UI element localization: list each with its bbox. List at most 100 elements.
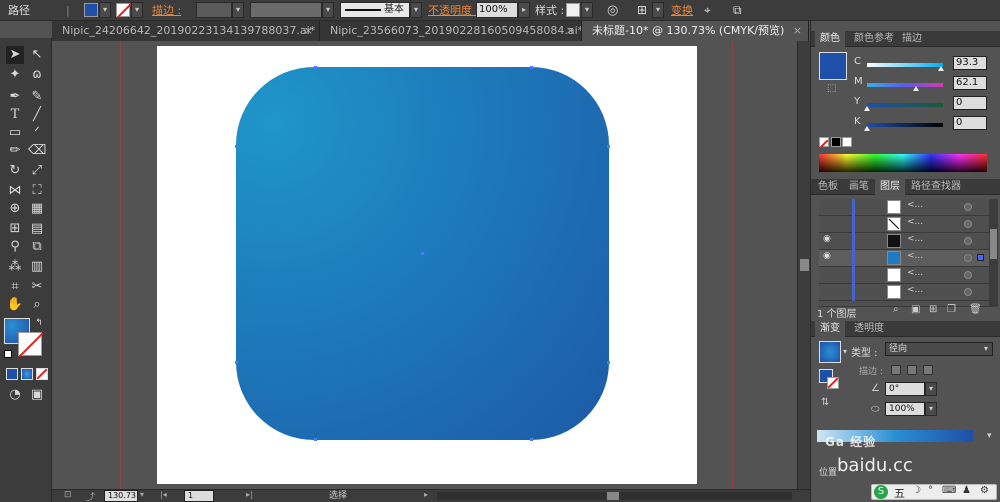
gradient-tool-icon[interactable]: ▤ (28, 220, 46, 238)
align-dropdown-icon[interactable]: ▾ (652, 2, 664, 18)
out-of-gamut-icon[interactable]: ⬚ (827, 83, 836, 94)
target-icon[interactable] (964, 271, 972, 279)
none-mode-icon[interactable] (36, 368, 48, 380)
tab-pathfinder[interactable]: 路径查找器 (906, 179, 966, 195)
column-graph-tool-icon[interactable]: ▥ (28, 258, 46, 276)
layer-row[interactable]: <... (819, 199, 989, 216)
anchor-point[interactable] (607, 145, 610, 148)
type-tool-icon[interactable]: T (6, 106, 24, 124)
slider-track[interactable] (867, 103, 943, 107)
anchor-point[interactable] (314, 438, 317, 441)
target-icon[interactable] (964, 254, 972, 262)
tab-brushes[interactable]: 画笔 (844, 179, 874, 195)
opacity-dropdown-icon[interactable]: ▸ (518, 2, 530, 18)
status-icon[interactable]: ⊡ (64, 490, 72, 500)
layers-scrollbar[interactable] (989, 199, 998, 307)
stroke-gradient-within-icon[interactable] (891, 365, 901, 375)
tab-swatches[interactable]: 色板 (813, 179, 843, 195)
recolor-icon[interactable]: ◎ (607, 0, 618, 21)
stroke-weight-field[interactable] (196, 2, 232, 18)
layer-row[interactable]: <... (819, 267, 989, 284)
punctuation-icon[interactable]: ° (928, 485, 933, 496)
center-point[interactable] (421, 252, 424, 255)
color-panel-fill-swatch[interactable] (819, 52, 847, 80)
tab-stroke[interactable]: 描边 (897, 31, 927, 47)
vertical-scrollbar[interactable] (797, 41, 810, 489)
isolate-icon[interactable]: ⌖ (704, 0, 711, 21)
anchor-point[interactable] (530, 66, 533, 69)
style-dropdown-icon[interactable]: ▾ (581, 2, 593, 18)
pencil-tool-icon[interactable]: ✏ (6, 142, 24, 160)
opacity-label[interactable]: 不透明度 : (428, 0, 479, 21)
eraser-tool-icon[interactable]: ⌫ (28, 142, 46, 160)
close-icon[interactable]: × (304, 21, 313, 41)
locate-object-icon[interactable]: ⌕ (893, 304, 899, 315)
keyboard-icon[interactable]: ⌨ (942, 485, 956, 496)
stroke-color-box[interactable] (18, 332, 44, 358)
slider-track[interactable] (867, 123, 943, 127)
close-icon[interactable]: × (793, 21, 802, 41)
eye-icon[interactable]: ◉ (823, 251, 831, 261)
layer-row[interactable]: <... (819, 284, 989, 301)
magic-wand-tool-icon[interactable]: ✦ (6, 66, 24, 84)
skin-icon[interactable]: ♟ (962, 485, 971, 496)
paintbrush-tool-icon[interactable]: ᐟ (28, 124, 46, 142)
brush-dropdown-icon[interactable]: ▾ (410, 2, 422, 18)
eyedropper-tool-icon[interactable]: ⚲ (6, 238, 24, 256)
graphic-style-swatch[interactable] (566, 3, 580, 17)
gradient-type-select[interactable]: 径向 ▾ (885, 342, 993, 356)
page-field[interactable]: 1 (184, 490, 214, 502)
transform-link[interactable]: 变换 (671, 0, 693, 21)
angle-dropdown-icon[interactable]: ▾ (925, 382, 937, 396)
rotate-tool-icon[interactable]: ↻ (6, 162, 24, 180)
zoom-dropdown-icon[interactable]: ▾ (140, 490, 144, 499)
zoom-tool-icon[interactable]: ⌕ (28, 296, 46, 314)
layer-row[interactable]: <... (819, 216, 989, 233)
slider-track[interactable] (867, 83, 943, 87)
last-page-icon[interactable]: ▸| (246, 490, 253, 499)
ime-mode[interactable]: 五 (894, 485, 905, 501)
selection-indicator[interactable] (977, 254, 984, 261)
brush-definition[interactable]: 基本 (340, 2, 410, 18)
tab-layers[interactable]: 图层 (875, 179, 905, 195)
scale-tool-icon[interactable]: ⤢ (28, 162, 46, 180)
scroll-thumb[interactable] (800, 259, 809, 271)
make-clipping-mask-icon[interactable]: ▣ (911, 304, 920, 315)
swap-colors-icon[interactable]: ↰ (34, 318, 44, 328)
document-tab-2[interactable]: Nipic_23566073_20190228160509458084.ai* … (320, 21, 582, 41)
anchor-point[interactable] (314, 66, 317, 69)
channel-value[interactable]: 0 (953, 116, 987, 130)
target-icon[interactable] (964, 237, 972, 245)
aspect-ratio-field[interactable]: 100% (885, 402, 925, 416)
slice-tool-icon[interactable]: ✂ (28, 278, 46, 296)
profile-dropdown-icon[interactable]: ▾ (322, 2, 334, 18)
target-icon[interactable] (964, 288, 972, 296)
width-tool-icon[interactable]: ⋈ (6, 182, 24, 200)
gradient-stroke-box[interactable] (827, 377, 839, 389)
horizontal-scrollbar[interactable] (437, 492, 792, 500)
settings-icon[interactable]: ⚙ (980, 485, 989, 496)
fill-dropdown-icon[interactable]: ▾ (99, 2, 111, 18)
artboard-tool-icon[interactable]: ⌗ (6, 278, 24, 296)
anchor-point[interactable] (235, 361, 238, 364)
opacity-field[interactable]: 100% (476, 2, 518, 18)
delete-layer-icon[interactable]: 🗑 (969, 304, 982, 315)
tab-color[interactable]: 颜色 (815, 31, 845, 47)
variable-width-profile[interactable] (250, 2, 322, 18)
perspective-grid-tool-icon[interactable]: ▦ (28, 200, 46, 218)
close-icon[interactable]: × (566, 21, 575, 41)
scroll-thumb[interactable] (607, 492, 619, 500)
new-sublayer-icon[interactable]: ⊞ (929, 304, 937, 315)
mask-icon[interactable]: ⧉ (733, 0, 742, 21)
zoom-field[interactable]: 130.73 (104, 490, 138, 502)
artboard-nav-icon[interactable]: ⤴ (86, 490, 95, 502)
stroke-dropdown-icon[interactable]: ▾ (131, 2, 143, 18)
ime-logo-icon[interactable]: S (874, 485, 888, 499)
white-swatch[interactable] (842, 137, 852, 147)
aspect-dropdown-icon[interactable]: ▾ (925, 402, 937, 416)
lasso-tool-icon[interactable]: ɷ (28, 66, 46, 84)
mesh-tool-icon[interactable]: ⊞ (6, 220, 24, 238)
layer-row-selected[interactable]: ◉ <... (819, 250, 989, 267)
anchor-point[interactable] (607, 361, 610, 364)
color-mode-icon[interactable] (6, 368, 18, 380)
